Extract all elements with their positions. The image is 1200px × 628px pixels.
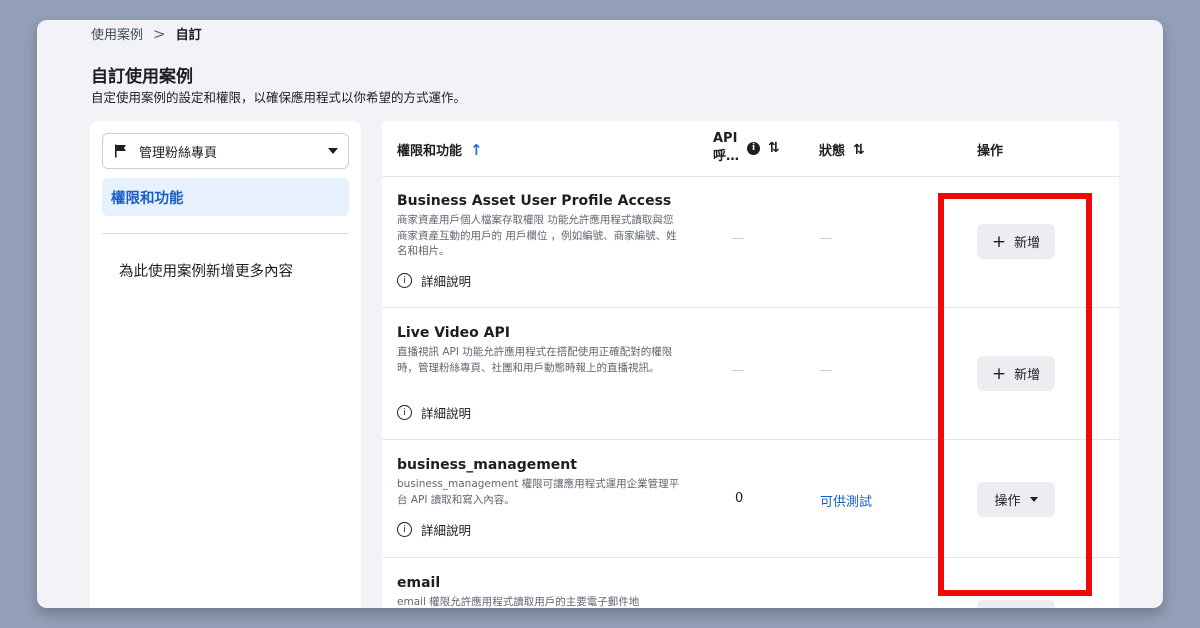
flag-icon (115, 144, 126, 158)
sidebar-item-permissions[interactable]: 權限和功能 (102, 178, 349, 216)
breadcrumb-current: 自訂 (175, 28, 202, 43)
sort-ascending-icon[interactable]: ↑ (470, 141, 483, 159)
header-action: 操作 (977, 140, 1003, 159)
info-circle-icon: i (397, 522, 412, 537)
header-api-label: API 呼… (713, 130, 739, 166)
breadcrumb-parent[interactable]: 使用案例 (91, 24, 143, 43)
add-more-content-link[interactable]: 為此使用案例新增更多內容 (119, 260, 293, 281)
sidebar-item-label: 權限和功能 (111, 190, 184, 207)
chevron-down-icon (328, 148, 338, 154)
row-description: email 權限允許應用程式讀取用戶的主要電子郵件地 (397, 596, 640, 608)
learn-more-link[interactable]: i 詳細說明 (397, 403, 471, 422)
header-action-label: 操作 (977, 144, 1004, 159)
learn-more-label: 詳細說明 (421, 406, 472, 421)
header-status-label: 狀態 (819, 144, 846, 159)
info-circle-icon: i (397, 405, 412, 420)
row-title: email (397, 575, 441, 591)
api-calls-value: 0 (735, 491, 744, 506)
header-status[interactable]: 狀態 ⇅ (819, 140, 865, 160)
header-permissions[interactable]: 權限和功能 ↑ (397, 140, 483, 160)
row-title: business_management (397, 457, 577, 473)
highlight-annotation-box (938, 193, 1092, 596)
learn-more-label: 詳細說明 (421, 523, 472, 538)
add-button[interactable] (977, 600, 1055, 608)
status-value: — (820, 363, 832, 377)
page-title: 自訂使用案例 (91, 67, 193, 87)
breadcrumb-separator-icon: > (153, 24, 166, 43)
page-subtitle: 自定使用案例的設定和權限，以確保應用程式以你希望的方式運作。 (91, 90, 467, 105)
learn-more-label: 詳細說明 (421, 274, 472, 289)
sidebar-panel: 管理粉絲專頁 權限和功能 為此使用案例新增更多內容 (90, 121, 361, 608)
row-description: business_management 權限可讓應用程式運用企業管理平台 API… (397, 478, 680, 506)
sidebar-divider (102, 233, 349, 234)
status-value: — (820, 231, 832, 245)
breadcrumb: 使用案例 > 自訂 (91, 24, 202, 44)
info-circle-icon: i (397, 273, 412, 288)
learn-more-link[interactable]: i 詳細說明 (397, 271, 471, 290)
row-description: 直播視訊 API 功能允許應用程式在搭配使用正確配對的權限時，管理粉絲專頁、社團… (397, 346, 673, 374)
header-permissions-label: 權限和功能 (397, 144, 463, 159)
header-api-calls[interactable]: API 呼… i ⇅ (713, 130, 780, 166)
row-title: Live Video API (397, 325, 510, 341)
header-api-line1: API (713, 131, 738, 146)
header-api-line2: 呼… (713, 149, 740, 164)
sort-icon[interactable]: ⇅ (768, 140, 780, 156)
dropdown-label: 管理粉絲專頁 (139, 145, 218, 161)
row-title: Business Asset User Profile Access (397, 193, 672, 209)
table-header: 權限和功能 ↑ API 呼… i ⇅ 狀態 ⇅ 操作 (382, 121, 1119, 177)
info-icon[interactable]: i (747, 141, 761, 155)
learn-more-link[interactable]: i 詳細說明 (397, 520, 471, 539)
api-calls-value: — (732, 363, 744, 377)
row-description: 商家資產用戶個人檔案存取權限 功能允許應用程式讀取與您商家資產互動的用戶的 用戶… (397, 214, 677, 257)
sort-icon[interactable]: ⇅ (853, 142, 865, 158)
status-link[interactable]: 可供測試 (820, 491, 872, 510)
page-dropdown[interactable]: 管理粉絲專頁 (102, 133, 349, 169)
api-calls-value: — (732, 231, 744, 245)
